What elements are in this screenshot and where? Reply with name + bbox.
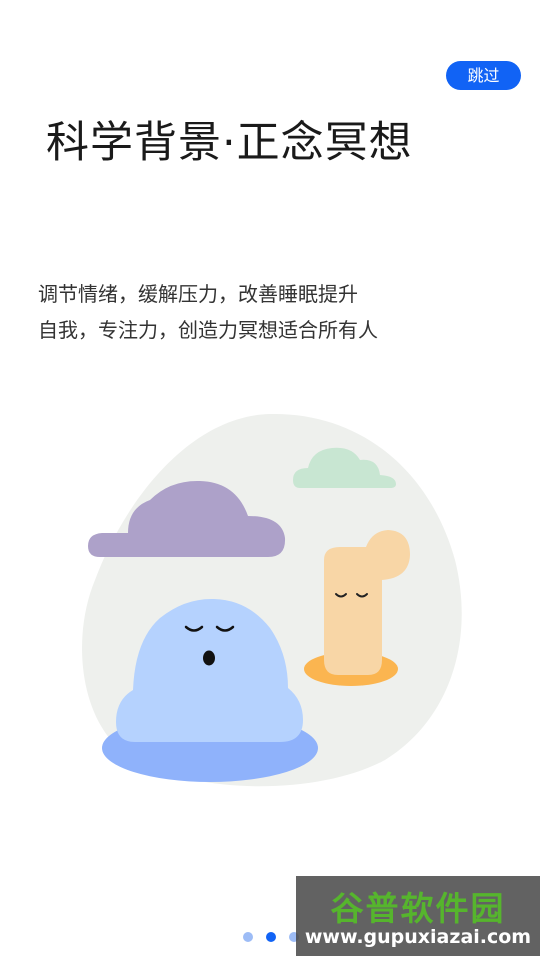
description: 调节情绪，缓解压力，改善睡眠提升 自我，专注力，创造力冥想适合所有人	[38, 276, 378, 348]
page-dot[interactable]	[243, 932, 253, 942]
watermark-url: www.gupuxiazai.com	[304, 926, 532, 948]
description-line: 自我，专注力，创造力冥想适合所有人	[38, 318, 378, 342]
watermark-title: 谷普软件园	[330, 889, 506, 928]
description-line: 调节情绪，缓解压力，改善睡眠提升	[38, 282, 358, 306]
meditation-illustration	[82, 413, 462, 787]
page-dot-active[interactable]	[266, 932, 276, 942]
skip-button[interactable]: 跳过	[446, 61, 521, 90]
page-title: 科学背景·正念冥想	[46, 118, 413, 168]
blob-mouth	[203, 650, 215, 666]
watermark-logo: 谷普软件园 www.gupuxiazai.com	[296, 876, 540, 956]
